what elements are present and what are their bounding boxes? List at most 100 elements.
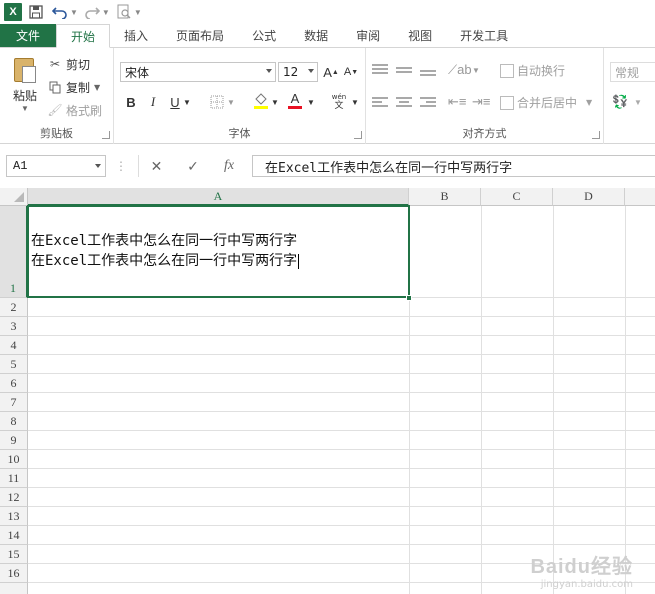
cell-a1-line-2: 在Excel工作表中怎么在同一行中写两行字 [31,252,300,271]
gridline [28,430,655,431]
insert-function-button[interactable]: fx [212,155,246,177]
formula-content: 在Excel工作表中怎么在同一行中写两行字 [265,160,513,176]
borders-icon[interactable] [208,92,226,112]
middle-align-icon[interactable] [396,64,412,78]
name-box-dropdown-icon[interactable] [95,164,101,168]
row-header-11[interactable]: 11 [0,469,28,488]
underline-dropdown-icon[interactable]: ▼ [182,92,192,112]
bottom-align-icon[interactable] [420,64,436,78]
row-header-16[interactable]: 16 [0,564,28,583]
cell-a1-line-2-text: 在Excel工作表中怎么在同一行中写两行字 [31,253,298,269]
number-format-combo[interactable]: 常规 [610,62,655,82]
top-align-icon[interactable] [372,64,388,78]
tab-review[interactable]: 审阅 [342,24,394,47]
column-header-a[interactable]: A [28,188,409,206]
row-header-8[interactable]: 8 [0,412,28,431]
column-header-d[interactable]: D [553,188,625,206]
clipboard-launcher-icon[interactable] [102,131,110,139]
name-box[interactable]: A1 [6,155,106,177]
currency-icon[interactable]: 💱 [612,94,628,110]
row-header-14[interactable]: 14 [0,526,28,545]
tab-developer[interactable]: 开发工具 [446,24,522,47]
format-painter-button[interactable]: 🖌 格式刷 [47,100,102,120]
phonetic-dropdown-icon[interactable]: ▼ [350,92,360,112]
merge-center-dropdown-icon[interactable]: ▼ [586,98,592,107]
tab-view[interactable]: 视图 [394,24,446,47]
cut-button[interactable]: ✂ 剪切 [48,54,90,74]
paste-dropdown-icon[interactable]: ▼ [6,104,44,113]
merge-center-icon [500,95,514,110]
gridline [28,335,655,336]
merge-center-button[interactable]: 合并后居中 ▼ [500,94,592,111]
row-header-12[interactable]: 12 [0,488,28,507]
copy-dropdown-icon[interactable]: ▼ [94,83,100,92]
number-group: 常规 💱 ▼ [604,48,655,144]
font-color-icon[interactable]: A [286,90,304,110]
formula-bar-grip-icon[interactable]: ⋮ [114,155,128,177]
alignment-group: ⟋ab ▼ 自动换行 ⇤≡ ⇥≡ 合并后居中 ▼ 对齐方式 [366,48,604,144]
enter-button[interactable]: ✓ [176,155,210,177]
column-header-e-partial[interactable] [625,188,655,206]
row-header-1[interactable]: 1 [0,206,28,298]
font-color-dropdown-icon[interactable]: ▼ [306,92,316,112]
row-header-7[interactable]: 7 [0,393,28,412]
row-header-5[interactable]: 5 [0,355,28,374]
row-header-3[interactable]: 3 [0,317,28,336]
alignment-launcher-icon[interactable] [592,131,600,139]
gridline [28,525,655,526]
wrap-text-button[interactable]: 自动换行 [500,62,565,79]
currency-dropdown-icon[interactable]: ▼ [634,98,642,107]
increase-indent-icon[interactable]: ⇥≡ [472,94,490,110]
fill-color-icon[interactable] [252,90,270,110]
italic-button[interactable]: I [144,92,162,112]
column-header-c[interactable]: C [481,188,553,206]
tab-insert[interactable]: 插入 [110,24,162,47]
row-header-15[interactable]: 15 [0,545,28,564]
align-center-icon[interactable] [396,96,412,110]
orientation-icon[interactable]: ⟋ab [448,62,472,80]
print-preview-icon[interactable] [114,2,134,22]
decrease-indent-icon[interactable]: ⇤≡ [448,94,466,110]
align-left-icon[interactable] [372,96,388,110]
decrease-font-size-icon[interactable]: A ▼ [342,62,360,82]
row-header-4[interactable]: 4 [0,336,28,355]
increase-font-size-icon[interactable]: A ▲ [322,62,340,82]
select-all-button[interactable] [0,188,28,206]
tab-page-layout[interactable]: 页面布局 [162,24,238,47]
redo-icon[interactable] [82,2,102,22]
redo-dropdown-icon[interactable]: ▼ [102,8,110,17]
customize-qat-icon[interactable]: ▼ [134,8,142,17]
formula-input[interactable]: 在Excel工作表中怎么在同一行中写两行字 [252,155,655,177]
paste-button[interactable]: 粘贴 ▼ [6,56,44,116]
copy-button[interactable]: 复制 ▼ [48,77,100,97]
font-size-combo[interactable]: 12 [278,62,318,82]
font-name-dropdown-icon[interactable] [266,69,272,73]
phonetic-guide-icon[interactable]: wén 文 [328,92,350,112]
row-header-13[interactable]: 13 [0,507,28,526]
undo-dropdown-icon[interactable]: ▼ [70,8,78,17]
row-header-9[interactable]: 9 [0,431,28,450]
font-launcher-icon[interactable] [354,131,362,139]
bold-button[interactable]: B [122,92,140,112]
save-icon[interactable] [26,2,46,22]
fill-handle[interactable] [406,295,412,301]
row-header-6[interactable]: 6 [0,374,28,393]
fill-color-dropdown-icon[interactable]: ▼ [270,92,280,112]
tab-home[interactable]: 开始 [56,24,111,48]
tab-formulas[interactable]: 公式 [238,24,290,47]
row-header-2[interactable]: 2 [0,298,28,317]
worksheet-grid[interactable]: A B C D 1 2 3 4 5 6 7 8 9 10 11 12 13 14… [0,188,655,594]
tab-file[interactable]: 文件 [0,24,57,47]
row-header-10[interactable]: 10 [0,450,28,469]
align-right-icon[interactable] [420,96,436,110]
cancel-entry-button[interactable]: ✕ [138,155,174,177]
font-name-combo[interactable]: 宋体 [120,62,276,82]
borders-dropdown-icon[interactable]: ▼ [226,92,236,112]
row-header-17-partial[interactable] [0,583,28,594]
column-header-b[interactable]: B [409,188,481,206]
gridline [28,316,655,317]
orientation-dropdown-icon[interactable]: ▼ [472,66,480,75]
undo-icon[interactable] [50,2,70,22]
tab-data[interactable]: 数据 [290,24,342,47]
font-size-dropdown-icon[interactable] [308,69,314,73]
